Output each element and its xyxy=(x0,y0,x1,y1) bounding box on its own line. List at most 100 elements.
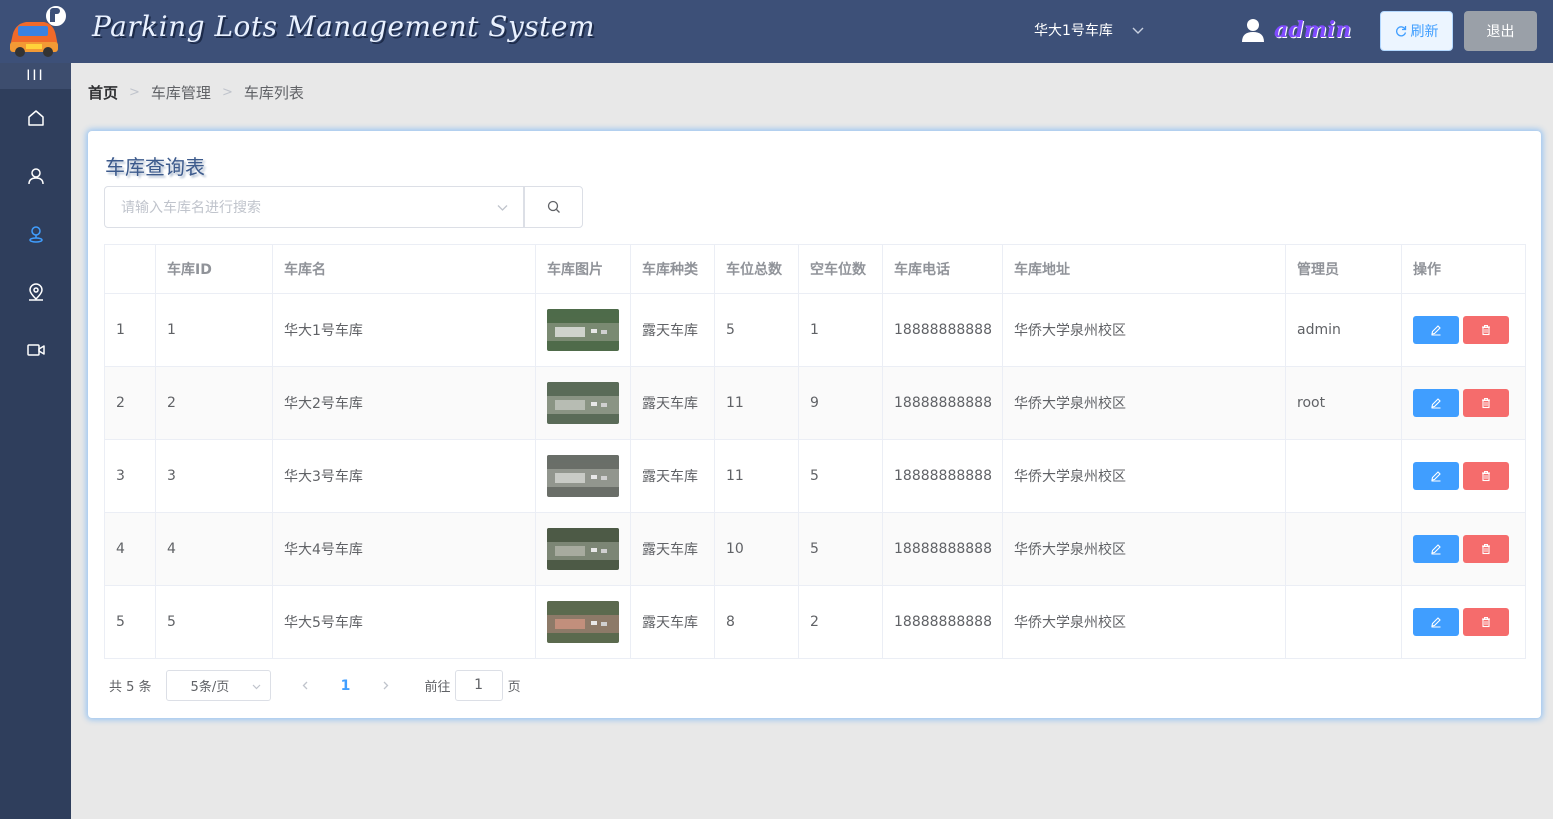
garage-photo xyxy=(547,455,619,497)
cell-id: 2 xyxy=(155,366,273,440)
user-name: admin xyxy=(1274,17,1352,43)
pagination: 共 5 条 5条/页 1 前往 1 页 xyxy=(109,670,521,701)
row-actions xyxy=(1413,389,1514,417)
cell-type: 露天车库 xyxy=(630,512,715,586)
search-placeholder: 请输入车库名进行搜索 xyxy=(121,200,261,216)
goto-suffix: 页 xyxy=(507,680,521,695)
refresh-button[interactable]: 刷新 xyxy=(1380,11,1453,51)
app-title: Parking Lots Management System xyxy=(92,10,596,43)
user-icon xyxy=(27,168,44,185)
user-avatar-icon xyxy=(1242,19,1264,42)
delete-button[interactable] xyxy=(1463,389,1509,417)
table-row: 1 1 华大1号车库 露天车库 5 1 18888888888 华侨大学泉州校区 admin xyxy=(104,293,1526,367)
sidebar-item-location[interactable] xyxy=(0,263,71,321)
breadcrumb-home[interactable]: 首页 xyxy=(88,82,118,103)
cell-id: 3 xyxy=(155,439,273,513)
home-icon xyxy=(27,110,44,126)
delete-button[interactable] xyxy=(1463,535,1509,563)
cell-free: 5 xyxy=(798,512,883,586)
row-actions xyxy=(1413,462,1514,490)
cell-actions xyxy=(1401,366,1526,440)
sidebar-collapse-toggle[interactable]: III xyxy=(0,63,71,89)
col-header-admin: 管理员 xyxy=(1285,244,1402,294)
col-header-name: 车库名 xyxy=(272,244,536,294)
cell-actions xyxy=(1401,293,1526,367)
cell-address: 华侨大学泉州校区 xyxy=(1002,512,1286,586)
trash-icon xyxy=(1482,544,1490,555)
garage-selected-label: 华大1号车库 xyxy=(1034,23,1113,39)
logout-button[interactable]: 退出 xyxy=(1464,11,1537,51)
edit-button[interactable] xyxy=(1413,608,1459,636)
garage-selector[interactable]: 华大1号车库 xyxy=(1034,20,1145,40)
prev-page-button[interactable] xyxy=(291,672,321,700)
cell-image xyxy=(535,585,631,659)
sidebar-item-video[interactable] xyxy=(0,321,71,379)
cell-admin xyxy=(1285,512,1402,586)
edit-button[interactable] xyxy=(1413,462,1459,490)
cell-name: 华大1号车库 xyxy=(272,293,536,367)
col-header-phone: 车库电话 xyxy=(882,244,1003,294)
breadcrumb: 首页 > 车库管理 > 车库列表 xyxy=(88,82,304,103)
row-actions xyxy=(1413,535,1514,563)
search-button[interactable] xyxy=(524,186,583,228)
edit-icon xyxy=(1431,471,1441,482)
table-header-row: 车库ID 车库名 车库图片 车库种类 车位总数 空车位数 车库电话 车库地址 管… xyxy=(104,244,1526,294)
cell-type: 露天车库 xyxy=(630,366,715,440)
cell-total: 8 xyxy=(714,585,799,659)
cell-total: 10 xyxy=(714,512,799,586)
page-number-current[interactable]: 1 xyxy=(321,678,371,694)
cell-total: 11 xyxy=(714,439,799,513)
cell-actions xyxy=(1401,439,1526,513)
col-header-type: 车库种类 xyxy=(630,244,715,294)
chevron-down-icon xyxy=(1132,27,1144,34)
cell-id: 1 xyxy=(155,293,273,367)
row-actions xyxy=(1413,316,1514,344)
goto-label: 前往 xyxy=(424,680,451,695)
cell-address: 华侨大学泉州校区 xyxy=(1002,293,1286,367)
cell-address: 华侨大学泉州校区 xyxy=(1002,439,1286,513)
search-icon xyxy=(547,200,560,213)
chevron-left-icon xyxy=(302,681,308,690)
pagination-total: 共 5 条 xyxy=(109,680,152,695)
chevron-down-icon xyxy=(497,205,508,211)
garage-photo xyxy=(547,601,619,643)
cell-name: 华大4号车库 xyxy=(272,512,536,586)
table-row: 2 2 华大2号车库 露天车库 11 9 18888888888 华侨大学泉州校区 root xyxy=(104,366,1526,440)
page-size-value: 5条/页 xyxy=(190,680,230,695)
col-header-actions: 操作 xyxy=(1401,244,1526,294)
col-header-free: 空车位数 xyxy=(798,244,883,294)
cell-admin xyxy=(1285,439,1402,513)
cell-index: 4 xyxy=(104,512,156,586)
sidebar-item-user[interactable] xyxy=(0,147,71,205)
cell-index: 5 xyxy=(104,585,156,659)
row-actions xyxy=(1413,608,1514,636)
card-title: 车库查询表 xyxy=(105,155,205,179)
delete-button[interactable] xyxy=(1463,462,1509,490)
next-page-button[interactable] xyxy=(371,672,401,700)
cell-admin: admin xyxy=(1285,293,1402,367)
edit-icon xyxy=(1431,325,1441,336)
cell-phone: 18888888888 xyxy=(882,439,1003,513)
map-pin-icon xyxy=(28,226,43,243)
edit-icon xyxy=(1431,398,1441,409)
table-row: 5 5 华大5号车库 露天车库 8 2 18888888888 华侨大学泉州校区 xyxy=(104,585,1526,659)
delete-button[interactable] xyxy=(1463,608,1509,636)
breadcrumb-garage-list: 车库列表 xyxy=(243,84,304,102)
refresh-label: 刷新 xyxy=(1410,24,1439,40)
delete-button[interactable] xyxy=(1463,316,1509,344)
garage-table: 车库ID 车库名 车库图片 车库种类 车位总数 空车位数 车库电话 车库地址 管… xyxy=(104,244,1526,659)
edit-button[interactable] xyxy=(1413,389,1459,417)
parking-logo-icon xyxy=(6,2,68,60)
edit-button[interactable] xyxy=(1413,316,1459,344)
col-header-index xyxy=(104,244,156,294)
table-row: 4 4 华大4号车库 露天车库 10 5 18888888888 华侨大学泉州校区 xyxy=(104,512,1526,586)
cell-actions xyxy=(1401,585,1526,659)
edit-button[interactable] xyxy=(1413,535,1459,563)
page-size-select[interactable]: 5条/页 xyxy=(165,670,271,701)
goto-page-input[interactable]: 1 xyxy=(454,670,503,701)
sidebar-item-garage[interactable] xyxy=(0,205,71,263)
sidebar-item-home[interactable] xyxy=(0,89,71,147)
edit-icon xyxy=(1431,544,1441,555)
cell-phone: 18888888888 xyxy=(882,512,1003,586)
garage-search-input[interactable]: 请输入车库名进行搜索 xyxy=(104,186,524,228)
